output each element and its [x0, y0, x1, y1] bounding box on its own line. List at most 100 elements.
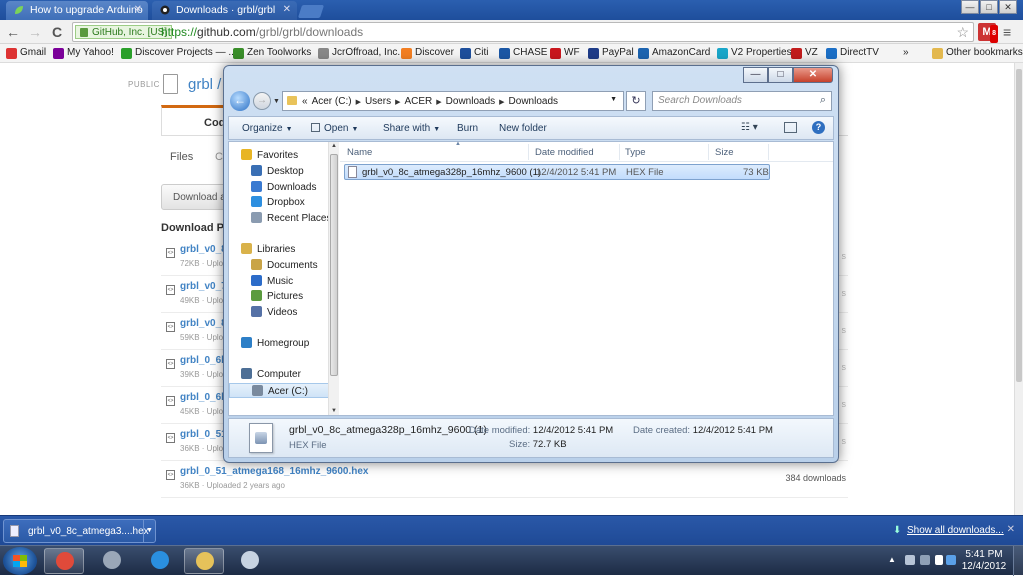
address-bar[interactable]: GitHub, Inc. [US] https://github.com/grb…	[72, 22, 974, 42]
download-file-link[interactable]: grbl_0_51_atmega168_16mhz_9600.hex	[180, 466, 368, 477]
organize-button[interactable]: Organize ▼	[242, 123, 293, 134]
bookmark-item[interactable]: Discover	[401, 47, 454, 59]
column-divider[interactable]	[708, 144, 709, 160]
download-file-link[interactable]: grbl_v0_8	[180, 244, 227, 255]
chevron-down-icon[interactable]: ▼	[610, 96, 617, 103]
new-folder-button[interactable]: New folder	[499, 123, 547, 134]
download-file-link[interactable]: grbl_0_6b	[180, 392, 227, 403]
maximize-button[interactable]: □	[980, 0, 998, 14]
show-hidden-icons[interactable]: ▲	[888, 555, 896, 564]
ev-certificate-badge[interactable]: GitHub, Inc. [US]	[75, 25, 173, 39]
minimize-button[interactable]: —	[961, 0, 979, 14]
nav-item-homegroup[interactable]: Homegroup	[229, 336, 329, 351]
start-button[interactable]	[3, 547, 37, 575]
taskbar-app[interactable]	[184, 548, 224, 574]
bookmark-item[interactable]: Discover Projects — ...	[121, 47, 237, 59]
column-name[interactable]: Name	[347, 147, 372, 158]
scroll-down-icon[interactable]: ▼	[331, 408, 337, 414]
back-button[interactable]: ←	[4, 23, 22, 41]
page-scrollbar[interactable]	[1014, 63, 1023, 515]
bookmark-item[interactable]: JcrOffroad, Inc.	[318, 47, 400, 59]
back-arrow-icon[interactable]: ←	[230, 91, 250, 111]
bookmark-item[interactable]: PayPal	[588, 47, 634, 59]
bookmark-item[interactable]: CHASE	[499, 47, 547, 59]
other-bookmarks-folder[interactable]: Other bookmarks	[932, 47, 1023, 59]
show-all-downloads-link[interactable]: ⬇ Show all downloads...	[893, 525, 1004, 536]
bookmark-star-icon[interactable]: ☆	[956, 24, 969, 41]
bookmarks-overflow-button[interactable]: »	[903, 47, 909, 58]
breadcrumb-item[interactable]: Downloads	[509, 96, 558, 107]
column-size[interactable]: Size	[715, 147, 733, 158]
nav-item-music[interactable]: Music	[229, 274, 329, 289]
bookmark-item[interactable]: WF	[550, 47, 580, 59]
breadcrumb-item[interactable]: Acer (C:)	[312, 96, 352, 107]
nav-item-desktop[interactable]: Desktop	[229, 164, 329, 179]
taskbar-app[interactable]	[140, 548, 180, 574]
navigation-scrollbar[interactable]: ▲ ▼	[328, 142, 339, 415]
column-type[interactable]: Type	[625, 147, 646, 158]
gmail-checker-extension-icon[interactable]: M8	[978, 23, 998, 43]
preview-pane-icon[interactable]	[784, 122, 797, 133]
volume-icon[interactable]	[935, 555, 943, 565]
bookmark-item[interactable]: My Yahoo!	[53, 47, 114, 59]
download-file-link[interactable]: grbl_v0_7	[180, 281, 227, 292]
new-tab-button[interactable]	[297, 5, 325, 18]
scroll-up-icon[interactable]: ▲	[331, 143, 337, 149]
download-file-link[interactable]: grbl_0_51	[180, 429, 227, 440]
network-icon[interactable]	[920, 555, 930, 565]
bookmark-item[interactable]: AmazonCard	[638, 47, 710, 59]
tab-commits[interactable]: C	[215, 151, 223, 163]
address-bar[interactable]: « Acer (C:) ▶ Users ▶ ACER ▶ Downloads ▶ Download…	[282, 91, 624, 111]
nav-item-recent-places[interactable]: Recent Places	[229, 211, 331, 226]
nav-item-libraries[interactable]: Libraries	[229, 242, 329, 257]
taskbar-app[interactable]	[230, 548, 270, 574]
column-divider[interactable]	[768, 144, 769, 160]
action-center-icon[interactable]	[905, 555, 915, 565]
recent-pages-dropdown[interactable]: ▼	[273, 98, 280, 105]
taskbar-app[interactable]	[92, 548, 132, 574]
bookmark-item[interactable]: V2 Properties	[717, 47, 792, 59]
chevron-right-icon[interactable]: ▶	[395, 99, 400, 106]
refresh-button[interactable]: ↻	[626, 91, 646, 111]
tab-files[interactable]: Files	[170, 151, 193, 163]
nav-item-network[interactable]: Network	[229, 414, 329, 415]
nav-item-drive[interactable]: Acer (C:)	[229, 383, 329, 398]
taskbar-app[interactable]	[44, 548, 84, 574]
breadcrumb-item[interactable]: Downloads	[446, 96, 495, 107]
tab-github-downloads[interactable]: Downloads · grbl/grbl ✕	[152, 1, 297, 20]
column-date-modified[interactable]: Date modified	[535, 147, 594, 158]
download-file-link[interactable]: grbl_v0_8	[180, 318, 227, 329]
close-button[interactable]: ✕	[793, 67, 833, 83]
bookmark-item[interactable]: VZ	[791, 47, 818, 59]
close-icon[interactable]: ✕	[283, 4, 291, 15]
nav-item-pictures[interactable]: Pictures	[229, 289, 329, 304]
reload-button[interactable]: C	[48, 23, 66, 41]
menu-icon[interactable]: ≡	[1003, 24, 1011, 40]
maximize-button[interactable]: □	[768, 67, 793, 83]
bookmark-item[interactable]: Zen Toolworks	[233, 47, 311, 59]
nav-item-computer[interactable]: Computer	[229, 367, 329, 382]
scrollbar-thumb[interactable]	[1016, 69, 1022, 382]
file-row[interactable]: grbl_v0_8c_atmega328p_16mhz_9600 (1) 12/…	[344, 164, 770, 180]
column-divider[interactable]	[619, 144, 620, 160]
tab-arduino[interactable]: How to upgrade Arduino ✕	[6, 1, 148, 20]
download-item[interactable]: grbl_v0_8c_atmega3....hex ▼	[3, 519, 156, 543]
tab-code[interactable]: Code	[161, 105, 232, 135]
bookmark-item[interactable]: Gmail	[6, 47, 46, 59]
help-icon[interactable]: ?	[812, 121, 825, 134]
nav-item-star[interactable]: Favorites	[229, 148, 329, 163]
show-desktop-button[interactable]	[1013, 546, 1023, 576]
minimize-button[interactable]: —	[743, 67, 768, 83]
forward-arrow-icon[interactable]: →	[253, 92, 271, 110]
chevron-right-icon[interactable]: ▶	[356, 99, 361, 106]
bookmark-item[interactable]: DirectTV	[826, 47, 879, 59]
breadcrumb-item[interactable]: Users	[365, 96, 391, 107]
clock[interactable]: 5:41 PM 12/4/2012	[960, 549, 1008, 573]
search-input[interactable]: Search Downloads ⌕	[652, 91, 832, 111]
nav-item-dropbox[interactable]: Dropbox	[229, 195, 329, 210]
bookmark-item[interactable]: Citi	[460, 47, 488, 59]
breadcrumb-item[interactable]: ACER	[404, 96, 432, 107]
breadcrumb-overflow[interactable]: «	[302, 96, 308, 107]
chevron-right-icon[interactable]: ▶	[436, 99, 441, 106]
download-file-link[interactable]: grbl_0_6b	[180, 355, 227, 366]
